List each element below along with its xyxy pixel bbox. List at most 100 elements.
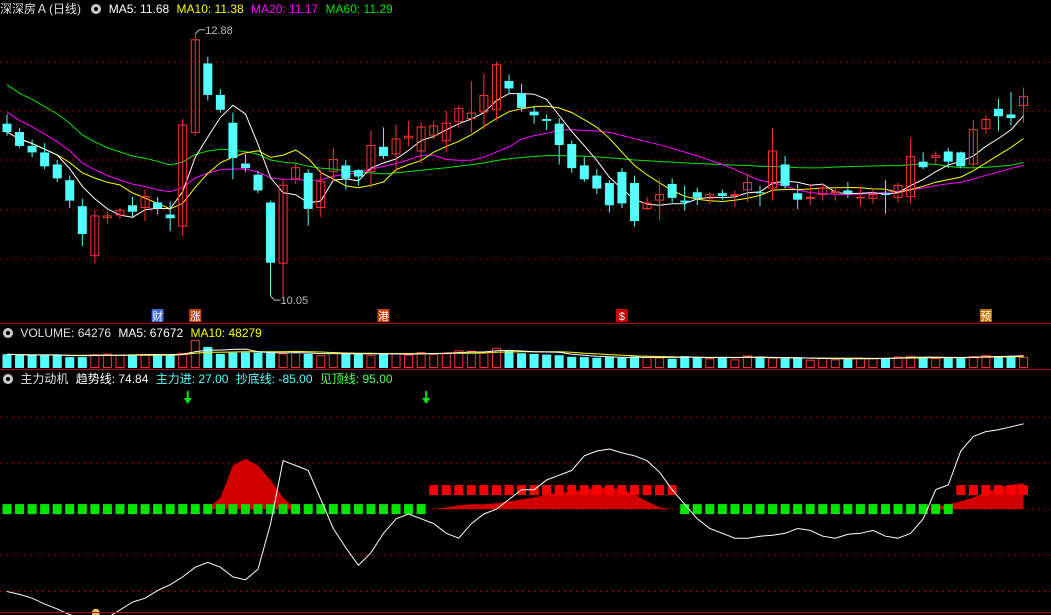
candle-down: [630, 183, 639, 222]
stock-name[interactable]: 深深房Ａ: [0, 2, 48, 16]
green-block: [40, 504, 50, 515]
volume-bar: [90, 354, 100, 368]
volume-bar: [818, 358, 828, 368]
volume-bar: [2, 354, 12, 368]
green-block: [366, 504, 376, 515]
candle-down: [881, 193, 890, 196]
volume-bar: [705, 358, 715, 368]
event-marker-label: 财: [152, 309, 163, 323]
green-block: [228, 504, 238, 515]
low-price-label: 10.05: [281, 295, 309, 307]
green-block: [755, 504, 765, 515]
ma60-line: [6, 84, 1024, 175]
volume-bar: [780, 358, 790, 368]
candle-down: [379, 146, 388, 157]
settings-icon[interactable]: [91, 4, 102, 14]
volume-bar: [604, 357, 614, 368]
ma20-line: [6, 111, 1024, 196]
red-block: [579, 485, 589, 496]
volume-bar: [655, 357, 665, 369]
volume-bar: [253, 352, 263, 368]
volume-bar: [15, 355, 25, 368]
green-block: [404, 504, 414, 515]
candle-down: [253, 174, 263, 191]
green-block: [102, 504, 112, 515]
green-block: [253, 504, 263, 515]
settings-icon[interactable]: [3, 374, 13, 384]
volume-bar: [517, 353, 527, 368]
green-block: [805, 504, 815, 515]
settings-icon[interactable]: [3, 328, 13, 338]
green-block: [303, 504, 313, 515]
candle-down: [793, 193, 803, 200]
candle-down: [993, 108, 1003, 117]
green-block: [391, 504, 401, 515]
volume-bar: [328, 352, 338, 368]
green-block: [77, 504, 87, 515]
green-block: [780, 504, 790, 515]
green-block: [843, 504, 853, 515]
indicator-name: 主力动机: [20, 372, 69, 386]
volume-bar: [918, 357, 928, 368]
red-block: [968, 485, 978, 496]
candle-down: [40, 152, 50, 167]
pane-separator: [0, 323, 1051, 324]
red-block: [630, 485, 639, 496]
volume-bar: [153, 354, 163, 368]
volume-bar: [353, 354, 363, 368]
volume-bar: [240, 352, 250, 368]
red-block: [981, 485, 991, 496]
candle-down: [203, 63, 213, 95]
volume-bar: [165, 354, 175, 368]
volume-bar: [868, 358, 878, 368]
candle-down: [567, 144, 577, 169]
candle-down: [843, 190, 853, 194]
candle-up: [855, 196, 865, 199]
red-block: [542, 485, 552, 496]
chart-canvas: 12.88 10.05 财 涨 港 $ 预: [0, 25, 1051, 615]
volume-bar: [266, 352, 276, 368]
green-block: [868, 504, 878, 515]
candle-down: [2, 123, 12, 133]
volume-bar: [843, 359, 853, 368]
volume-bar: [341, 353, 351, 368]
green-block: [818, 504, 828, 515]
candle-down: [604, 183, 614, 206]
volume-bar: [52, 354, 62, 368]
volume-bar: [567, 356, 577, 368]
red-block: [454, 485, 464, 496]
volume-bar: [77, 357, 87, 368]
candle-down: [240, 163, 250, 169]
candle-down: [15, 132, 25, 146]
candle-down: [529, 111, 539, 116]
volume-bar: [943, 358, 953, 368]
candle-down: [27, 145, 37, 153]
pane-separator: [0, 369, 1051, 370]
ma60-legend: MA60: 11.29: [325, 2, 393, 16]
candle-down: [1006, 114, 1016, 119]
volume-bar: [416, 352, 426, 368]
candle-down: [755, 192, 765, 194]
green-block: [341, 504, 351, 515]
volume-ma10-legend: MA10: 48279: [190, 326, 262, 340]
red-block: [1019, 485, 1029, 496]
volume-bar: [667, 358, 677, 368]
bottom-line-legend: 抄底线: -85.00: [235, 372, 313, 386]
red-block: [655, 485, 665, 496]
volume-bar: [178, 352, 188, 368]
top-line-legend: 见顶线: 95.00: [319, 372, 393, 386]
volume-bar: [1006, 355, 1016, 368]
volume-header: VOLUME: 64276 MA5: 67672 MA10: 48279: [0, 324, 266, 342]
ma10-legend: MA10: 11.38: [176, 2, 244, 16]
green-block: [15, 504, 25, 515]
candle-down: [353, 170, 363, 177]
volume-bar: [956, 358, 966, 368]
volume-bar: [291, 352, 301, 368]
candle-down: [943, 151, 953, 162]
red-block: [441, 485, 451, 496]
candle-down: [165, 214, 175, 219]
red-block: [642, 485, 652, 496]
stock-chart: 12.88 10.05 财 涨 港 $ 预: [0, 0, 1051, 615]
trend-line: [6, 423, 1024, 615]
red-block: [504, 485, 514, 496]
